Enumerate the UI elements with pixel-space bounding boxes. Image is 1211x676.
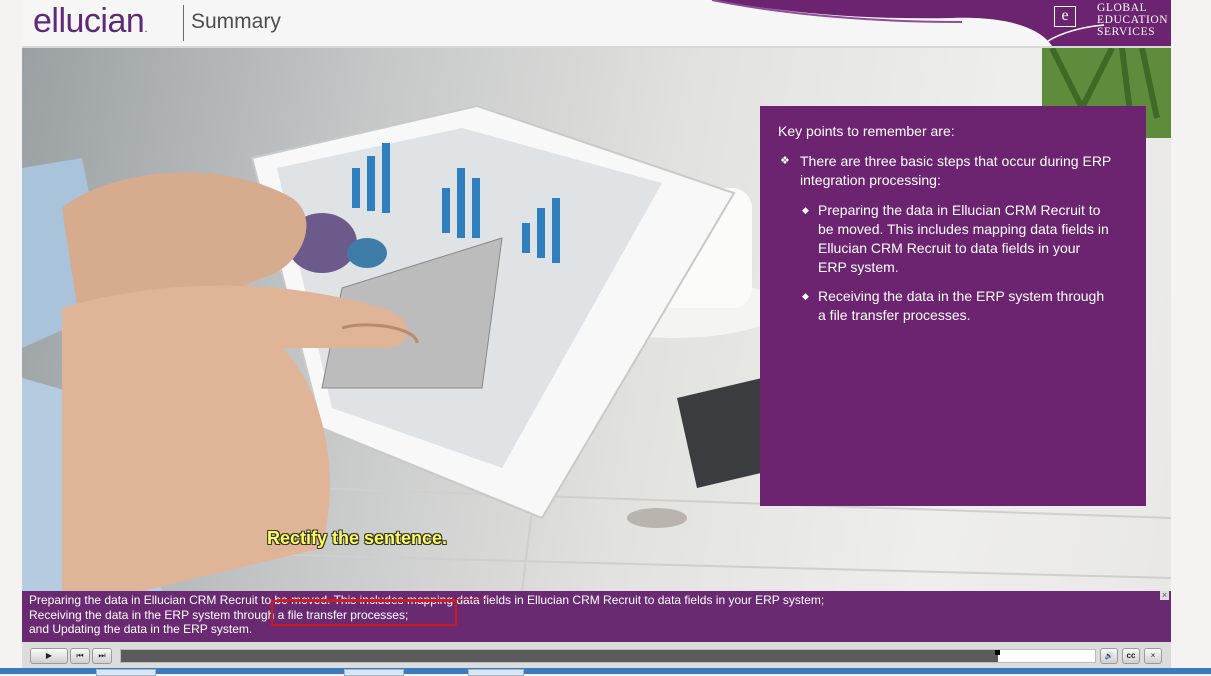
annotation-label: Rectify the sentence. <box>267 528 448 548</box>
sub-bullet-text: Receiving the data in the ERP system thr… <box>818 288 1105 323</box>
player-controls: ▶ ⏮ ⏭ 🔊 cc × <box>22 642 1171 668</box>
bullet-item: ❖ There are three basic steps that occur… <box>780 152 1120 190</box>
cc-icon: cc <box>1126 651 1136 660</box>
ellucian-logo: ellucian. <box>33 2 148 40</box>
global-education-services-logo: e GLOBAL EDUCATION SERVICES <box>1046 1 1171 45</box>
error-highlight-box <box>271 600 457 626</box>
close-icon: × <box>1150 651 1156 660</box>
page-title: Summary <box>191 10 281 33</box>
play-button[interactable]: ▶ <box>30 648 68 664</box>
header-divider <box>183 5 184 41</box>
taskbar-button[interactable] <box>344 669 404 676</box>
closed-caption-button[interactable]: cc <box>1122 648 1140 664</box>
key-points-panel: Key points to remember are: ❖ There are … <box>760 106 1146 506</box>
sub-bullet-item: ◆ Receiving the data in the ERP system t… <box>802 287 1112 325</box>
os-taskbar <box>0 668 1211 676</box>
close-player-button[interactable]: × <box>1144 648 1162 664</box>
next-button[interactable]: ⏭ <box>92 648 112 664</box>
previous-icon: ⏮ <box>76 651 84 660</box>
bullet-text: There are three basic steps that occur d… <box>800 153 1112 188</box>
bullet-marker-icon: ❖ <box>780 155 790 167</box>
previous-button[interactable]: ⏮ <box>70 648 90 664</box>
taskbar-button[interactable] <box>96 669 156 676</box>
play-icon: ▶ <box>45 651 53 660</box>
volume-icon: 🔊 <box>1104 653 1114 660</box>
next-icon: ⏭ <box>98 651 106 660</box>
volume-button[interactable]: 🔊 <box>1100 648 1118 664</box>
closed-captions: Preparing the data in Ellucian CRM Recru… <box>22 591 1171 642</box>
ges-text: GLOBAL EDUCATION SERVICES <box>1097 2 1169 38</box>
header-bar: ellucian. Summary e GLOBAL EDUCATION SER… <box>22 0 1171 48</box>
course-player: ellucian. Summary e GLOBAL EDUCATION SER… <box>22 0 1171 642</box>
sub-bullet-text: Preparing the data in Ellucian CRM Recru… <box>818 202 1109 275</box>
sub-bullet-item: ◆ Preparing the data in Ellucian CRM Rec… <box>802 201 1112 277</box>
sub-bullet-marker-icon: ◆ <box>802 205 809 215</box>
seek-handle[interactable] <box>994 650 1000 655</box>
sub-bullet-marker-icon: ◆ <box>802 291 809 301</box>
caption-close-button[interactable]: × <box>1160 591 1169 600</box>
taskbar-button[interactable] <box>468 669 524 676</box>
panel-intro: Key points to remember are: <box>778 123 955 139</box>
seek-progress <box>121 650 998 662</box>
seek-bar[interactable] <box>120 649 1096 663</box>
